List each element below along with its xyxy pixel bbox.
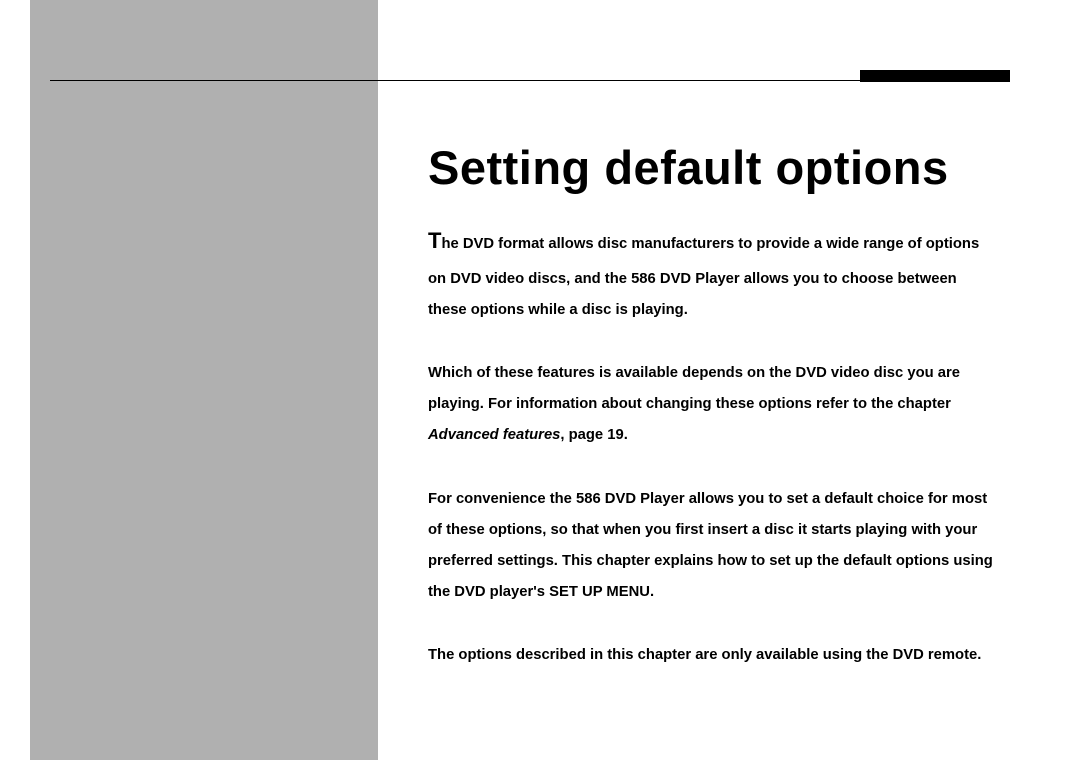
paragraph-4: The options described in this chapter ar… <box>428 640 998 671</box>
paragraph-2-em: Advanced features <box>428 427 560 443</box>
dropcap: T <box>428 228 441 253</box>
paragraph-2-a: Which of these features is available dep… <box>428 365 960 412</box>
paragraph-2: Which of these features is available dep… <box>428 358 998 451</box>
paragraph-1-rest: he DVD format allows disc manufacturers … <box>428 236 979 318</box>
chapter-heading: Setting default options <box>428 140 949 195</box>
body-text: The DVD format allows disc manufacturers… <box>428 218 998 703</box>
black-tab-mark <box>860 70 1010 82</box>
left-grey-panel <box>30 0 378 760</box>
paragraph-3: For convenience the 586 DVD Player allow… <box>428 484 998 608</box>
paragraph-1: The DVD format allows disc manufacturers… <box>428 218 998 326</box>
paragraph-2-b: , page 19. <box>560 427 627 443</box>
